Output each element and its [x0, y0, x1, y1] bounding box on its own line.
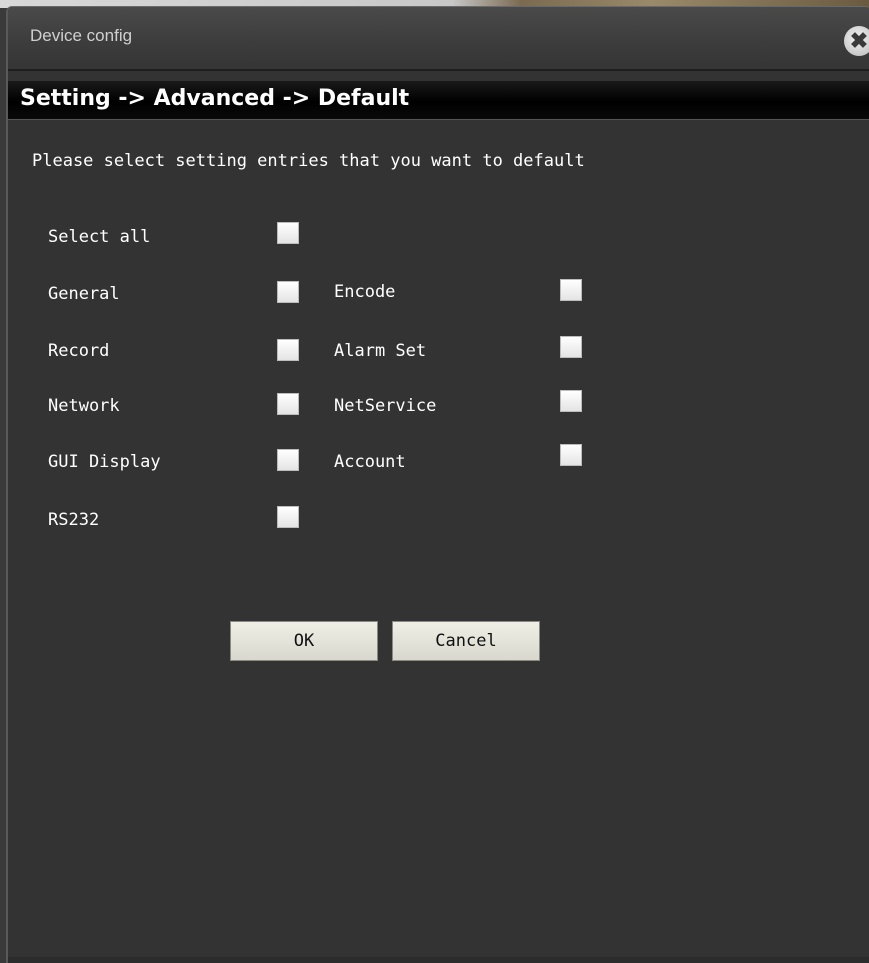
select-all-label: Select all [48, 227, 151, 247]
ok-button[interactable]: OK [230, 621, 378, 661]
encode-label: Encode [334, 282, 396, 302]
gui-display-label: GUI Display [48, 452, 161, 472]
rs232-label: RS232 [48, 510, 100, 530]
encode-checkbox[interactable] [560, 279, 582, 301]
device-config-window: Device config ✖ Setting -> Advanced -> D… [6, 6, 869, 963]
window-bottom-edge [8, 957, 869, 963]
select-all-checkbox[interactable] [277, 222, 299, 244]
general-label: General [48, 284, 120, 304]
record-checkbox[interactable] [277, 339, 299, 361]
close-icon[interactable]: ✖ [844, 26, 869, 56]
cancel-button[interactable]: Cancel [392, 621, 540, 661]
window-title: Device config [30, 26, 133, 45]
instruction-text: Please select setting entries that you w… [32, 151, 585, 171]
alarm-set-label: Alarm Set [334, 341, 427, 361]
breadcrumb-text: Setting -> Advanced -> Default [20, 86, 410, 111]
alarm-set-checkbox[interactable] [560, 336, 582, 358]
rs232-checkbox[interactable] [277, 506, 299, 528]
network-label: Network [48, 396, 120, 416]
general-checkbox[interactable] [277, 281, 299, 303]
network-checkbox[interactable] [277, 393, 299, 415]
gui-display-checkbox[interactable] [277, 449, 299, 471]
account-checkbox[interactable] [560, 444, 582, 466]
account-label: Account [334, 452, 406, 472]
breadcrumb: Setting -> Advanced -> Default [8, 81, 869, 120]
title-bar[interactable]: Device config [8, 7, 869, 71]
record-label: Record [48, 341, 110, 361]
netservice-checkbox[interactable] [560, 390, 582, 412]
netservice-label: NetService [334, 396, 437, 416]
